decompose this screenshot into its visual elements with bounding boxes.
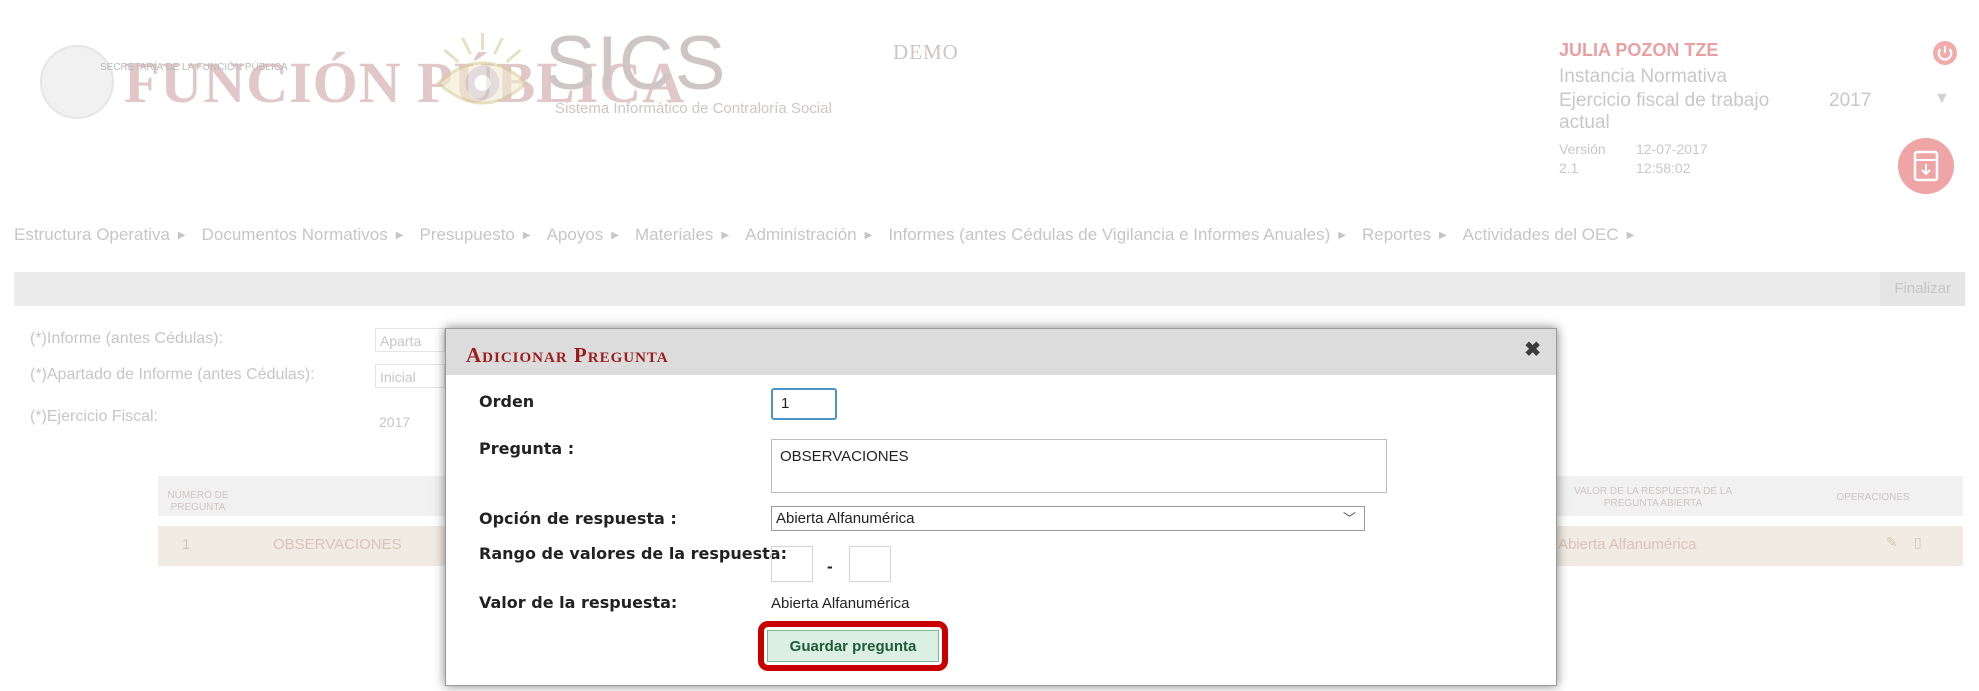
th-operaciones: OPERACIONES <box>1836 492 1910 503</box>
valor-label: Valor de la respuesta: <box>479 593 678 612</box>
seal-icon <box>40 45 114 119</box>
orden-input[interactable]: 1 <box>771 388 837 420</box>
cell-pregunta: OBSERVACIONES <box>273 536 402 553</box>
rango-separator: - <box>827 557 833 576</box>
chevron-right-icon: ▶ <box>1626 230 1635 242</box>
menu-item-materiales[interactable]: Materiales ▶ <box>635 225 729 245</box>
guardar-pregunta-button[interactable]: Guardar pregunta <box>767 630 939 662</box>
chevron-right-icon: ▶ <box>1338 230 1346 242</box>
th-numero: NÚMERO DE PREGUNTA <box>167 490 229 513</box>
menu-label: Presupuesto <box>419 225 515 244</box>
toolbar: Finalizar <box>14 272 1965 306</box>
orden-label: Orden <box>479 392 535 411</box>
app-name: SICS <box>545 21 727 106</box>
menu-label: Actividades del OEC <box>1462 225 1619 244</box>
logo-subtitle: SECRETARÍA DE LA FUNCIÓN PÚBLICA <box>100 62 288 73</box>
apartado-label: (*)Apartado de Informe (antes Cédulas): <box>30 366 315 383</box>
menu-item-administracion[interactable]: Administración ▶ <box>745 225 872 245</box>
chevron-down-icon: ﹀ <box>1342 511 1356 526</box>
rango-label: Rango de valores de la respuesta: <box>479 544 787 563</box>
trash-icon[interactable]: ▯ <box>1914 534 1922 551</box>
pregunta-textarea[interactable]: OBSERVACIONES <box>771 439 1387 493</box>
menu-label: Estructura Operativa <box>14 225 170 244</box>
version-label: Versión 2.1 <box>1559 141 1606 176</box>
opcion-selected-value: Abierta Alfanumérica <box>776 510 915 527</box>
chevron-right-icon: ▶ <box>177 230 186 242</box>
menu-label: Administración <box>745 225 857 244</box>
menu-label: Apoyos <box>546 225 604 244</box>
close-icon[interactable]: ✖ <box>1524 337 1541 362</box>
chevron-right-icon: ▶ <box>395 230 404 242</box>
apartado-select[interactable]: Inicial <box>375 364 445 388</box>
fiscal-year: 2017 <box>1829 90 1872 111</box>
user-name: JULIA POZON TZE <box>1559 40 1719 60</box>
adicionar-pregunta-dialog: Adicionar Pregunta ✖ Orden 1 Pregunta : … <box>445 328 1557 686</box>
main-menu: Estructura Operativa ▶ Documentos Normati… <box>0 220 1979 250</box>
finalizar-button[interactable]: Finalizar <box>1880 272 1965 306</box>
ejercicio-label: (*)Ejercicio Fiscal: <box>30 408 159 425</box>
menu-label: Documentos Normativos <box>201 225 388 244</box>
valor-value: Abierta Alfanumérica <box>771 595 910 612</box>
menu-label: Reportes <box>1361 225 1431 244</box>
pregunta-label: Pregunta : <box>479 439 575 458</box>
app-subtitle: Sistema Informático de Contraloría Socia… <box>555 100 832 117</box>
rango-min-input[interactable] <box>771 546 813 582</box>
informe-select[interactable]: Aparta <box>375 328 445 352</box>
app-header: FUNCIÓN PÚBLICA SECRETARÍA DE LA FUNCIÓN… <box>0 0 1979 200</box>
opcion-respuesta-select[interactable]: Abierta Alfanumérica ﹀ <box>771 506 1365 531</box>
ejercicio-value: 2017 <box>379 414 411 430</box>
menu-item-estructura[interactable]: Estructura Operativa ▶ <box>14 225 186 245</box>
download-icon[interactable] <box>1898 138 1954 194</box>
chevron-down-icon[interactable]: ▼ <box>1934 90 1950 108</box>
chevron-right-icon: ▶ <box>864 230 873 242</box>
informe-label: (*)Informe (antes Cédulas): <box>30 330 223 347</box>
dialog-header: Adicionar Pregunta ✖ <box>446 329 1556 375</box>
rango-max-input[interactable] <box>849 546 891 582</box>
menu-label: Informes (antes Cédulas de Vigilancia e … <box>888 225 1331 244</box>
save-button-highlight: Guardar pregunta <box>758 621 948 671</box>
dialog-title: Adicionar Pregunta <box>466 343 669 367</box>
version-date: 12-07-2017 12:58:02 <box>1636 141 1708 176</box>
edit-icon[interactable]: ✎ <box>1886 534 1898 551</box>
chevron-right-icon: ▶ <box>721 230 730 242</box>
menu-item-reportes[interactable]: Reportes ▶ <box>1362 225 1447 245</box>
chevron-right-icon: ▶ <box>1438 230 1447 242</box>
menu-item-documentos[interactable]: Documentos Normativos ▶ <box>202 225 404 245</box>
user-role: Instancia Normativa <box>1559 66 1727 87</box>
power-icon[interactable] <box>1932 40 1958 66</box>
menu-item-actividades[interactable]: Actividades del OEC ▶ <box>1463 225 1635 245</box>
cell-numero: 1 <box>182 536 191 553</box>
fiscal-label: Ejercicio fiscal de trabajo actual <box>1559 90 1770 133</box>
menu-item-informes[interactable]: Informes (antes Cédulas de Vigilancia e … <box>888 225 1346 245</box>
menu-item-presupuesto[interactable]: Presupuesto ▶ <box>419 225 530 245</box>
sics-eye-icon <box>436 33 529 105</box>
chevron-right-icon: ▶ <box>611 230 619 242</box>
cell-valor: Abierta Alfanumérica <box>1558 536 1697 553</box>
opcion-label: Opción de respuesta : <box>479 509 677 528</box>
chevron-right-icon: ▶ <box>522 230 531 242</box>
th-valor: VALOR DE LA RESPUESTA DE LA PREGUNTA ABI… <box>1573 486 1733 509</box>
env-label: DEMO <box>893 40 959 64</box>
menu-label: Materiales <box>635 225 714 244</box>
menu-item-apoyos[interactable]: Apoyos ▶ <box>547 225 619 245</box>
